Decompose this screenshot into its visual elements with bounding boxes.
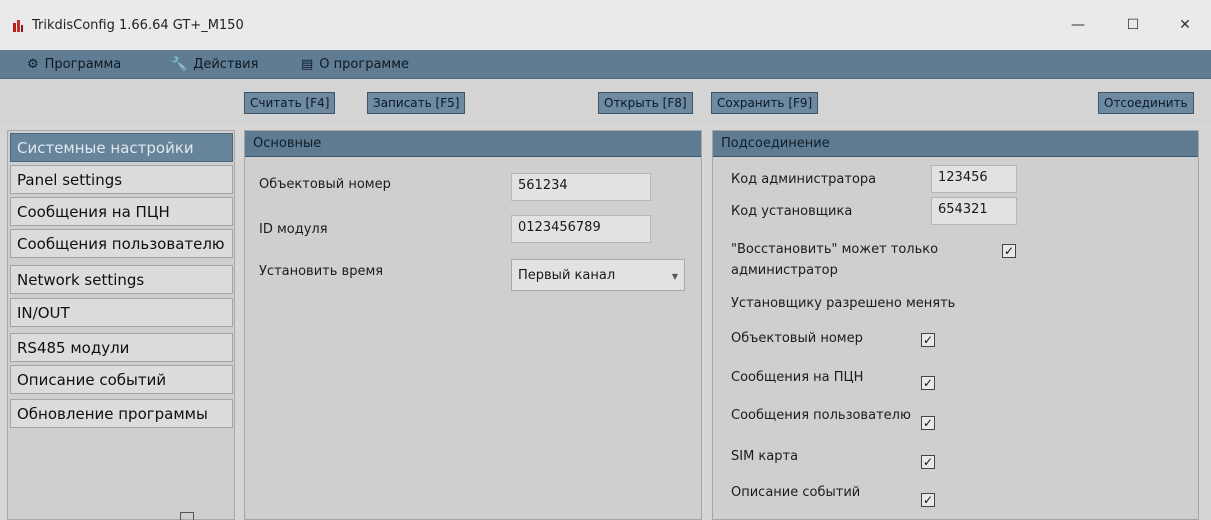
basic-panel: Основные Объектовый номер 561234 ID моду… xyxy=(244,130,702,520)
disconnect-button[interactable]: Отсоединить xyxy=(1098,92,1194,114)
sidebar-footer xyxy=(14,512,214,520)
restore-label-line1: "Восстановить" может только xyxy=(731,242,939,257)
menu-actions-label: Действия xyxy=(193,57,259,72)
sidebar-item-user-messages[interactable]: Сообщения пользователю xyxy=(10,229,233,258)
sidebar-item-event-description[interactable]: Описание событий xyxy=(10,365,233,394)
menu-about[interactable]: ▤ О программе xyxy=(301,50,409,79)
perm-object-number-label: Объектовый номер xyxy=(731,331,863,346)
set-time-value: Первый канал xyxy=(518,268,616,283)
installer-code-label: Код установщика xyxy=(731,204,853,219)
set-time-select[interactable]: Первый канал ▼ xyxy=(511,259,685,291)
installer-allowed-label: Установщику разрешено менять xyxy=(731,296,956,311)
maximize-button[interactable]: ☐ xyxy=(1110,10,1156,40)
menu-actions[interactable]: 🔧 Действия xyxy=(171,50,258,79)
object-number-label: Объектовый номер xyxy=(259,177,391,192)
perm-user-messages-checkbox[interactable]: ✓ xyxy=(921,416,935,430)
perm-cms-messages-label: Сообщения на ПЦН xyxy=(731,370,864,385)
perm-cms-messages-checkbox[interactable]: ✓ xyxy=(921,376,935,390)
menu-bar: ⚙ Программа 🔧 Действия ▤ О программе xyxy=(0,50,1211,79)
restore-label-line2: администратор xyxy=(731,263,838,278)
admin-code-label: Код администратора xyxy=(731,172,877,187)
close-button[interactable]: ✕ xyxy=(1162,10,1208,40)
basic-panel-header: Основные xyxy=(245,131,701,157)
sidebar-item-network-settings[interactable]: Network settings xyxy=(10,265,233,294)
chevron-down-icon: ▼ xyxy=(671,272,678,281)
toolbar: Считать [F4] Записать [F5] Открыть [F8] … xyxy=(0,79,1211,125)
connection-panel-header: Подсоединение xyxy=(713,131,1198,157)
save-button[interactable]: Сохранить [F9] xyxy=(711,92,819,114)
footer-checkbox[interactable] xyxy=(180,512,194,520)
module-id-field[interactable]: 0123456789 xyxy=(511,215,651,243)
title-bar: TrikdisConfig 1.66.64 GT+_M150 — ☐ ✕ xyxy=(0,0,1211,50)
menu-program-label: Программа xyxy=(44,57,122,72)
menu-program[interactable]: ⚙ Программа xyxy=(27,50,121,79)
admin-code-field[interactable]: 123456 xyxy=(931,165,1017,193)
read-button[interactable]: Считать [F4] xyxy=(244,92,336,114)
sidebar-item-panel-settings[interactable]: Panel settings xyxy=(10,165,233,194)
set-time-label: Установить время xyxy=(259,264,384,279)
perm-event-description-checkbox[interactable]: ✓ xyxy=(921,493,935,507)
installer-code-field[interactable]: 654321 xyxy=(931,197,1017,225)
sidebar: Системные настройки Panel settings Сообщ… xyxy=(7,130,235,520)
sidebar-item-firmware-update[interactable]: Обновление программы xyxy=(10,399,233,428)
perm-event-description-label: Описание событий xyxy=(731,485,861,500)
write-button[interactable]: Записать [F5] xyxy=(367,92,466,114)
restore-checkbox[interactable]: ✓ xyxy=(1002,244,1016,258)
object-number-field[interactable]: 561234 xyxy=(511,173,651,201)
perm-sim-card-checkbox[interactable]: ✓ xyxy=(921,455,935,469)
minimize-button[interactable]: — xyxy=(1055,10,1101,40)
info-icon: ▤ xyxy=(301,57,314,72)
perm-object-number-checkbox[interactable]: ✓ xyxy=(921,333,935,347)
app-icon xyxy=(13,20,23,32)
connection-panel: Подсоединение Код администратора 123456 … xyxy=(712,130,1199,520)
module-id-label: ID модуля xyxy=(259,222,328,237)
perm-sim-card-label: SIM карта xyxy=(731,449,799,464)
open-button[interactable]: Открыть [F8] xyxy=(598,92,693,114)
sidebar-item-cms-messages[interactable]: Сообщения на ПЦН xyxy=(10,197,233,226)
menu-about-label: О программе xyxy=(319,57,410,72)
window-title: TrikdisConfig 1.66.64 GT+_M150 xyxy=(32,18,244,33)
wrench-icon: 🔧 xyxy=(171,57,188,72)
sidebar-item-rs485[interactable]: RS485 модули xyxy=(10,333,233,362)
sidebar-item-system-settings[interactable]: Системные настройки xyxy=(10,133,233,162)
sidebar-item-in-out[interactable]: IN/OUT xyxy=(10,298,233,327)
perm-user-messages-label: Сообщения пользователю xyxy=(731,408,911,423)
gear-icon: ⚙ xyxy=(27,57,39,72)
